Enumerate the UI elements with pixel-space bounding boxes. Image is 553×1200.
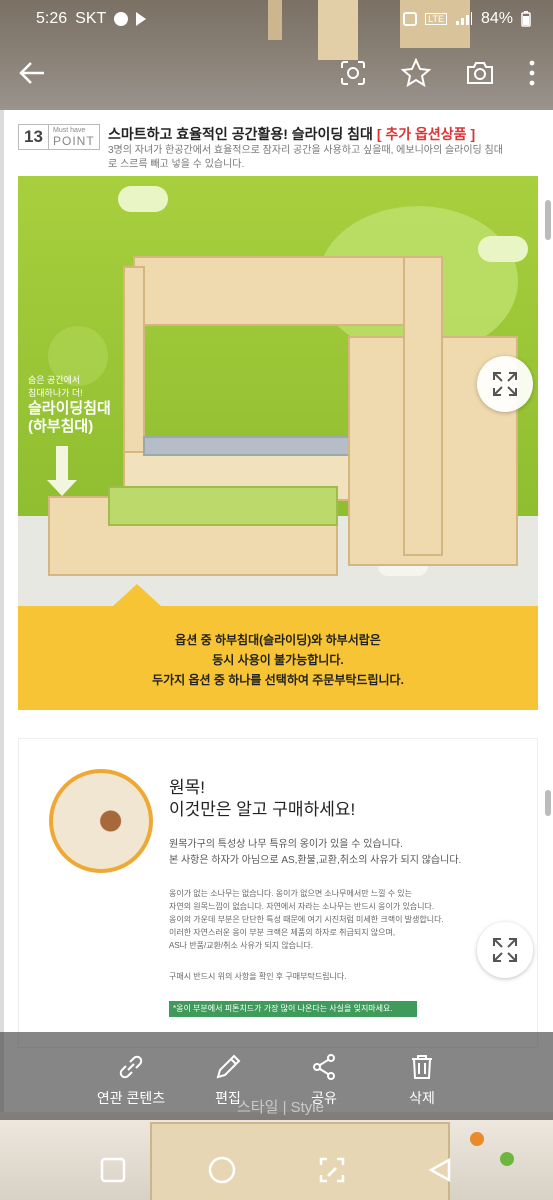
screenshot-edit-icon[interactable]: [318, 1156, 346, 1184]
gallery-viewer: 5:26 SKT LTE 84% 13 Must have POINT 스마트하…: [0, 0, 553, 1200]
section-header: 13 Must have POINT 스마트하고 효율적인 공간활용! 슬라이딩…: [18, 124, 538, 184]
signal-icon: [455, 12, 472, 25]
link-icon: [119, 1055, 143, 1079]
battery-percent: 84%: [480, 10, 513, 27]
gallery-action-bar: 연관 콘텐츠 편집 공유 삭제 스타일 | Style: [0, 1032, 553, 1120]
related-content-button[interactable]: 연관 콘텐츠: [88, 1032, 174, 1120]
sliding-bed-caption: 숨은 공간에서 침대하나가 더! 슬라이딩침대 (하부침대): [28, 375, 111, 435]
more-options-icon[interactable]: [529, 60, 535, 86]
battery-icon: [521, 11, 531, 27]
point-label: POINT: [53, 134, 95, 148]
section-title: 스마트하고 효율적인 공간활용! 슬라이딩 침대 [ 추가 옵션상품 ]: [108, 126, 476, 142]
slide-out-mattress: [108, 486, 338, 526]
option-notice: 옵션 중 하부침대(슬라이딩)와 하부서랍은 동시 사용이 불가능합니다. 두가…: [18, 584, 538, 710]
wood-paragraph-2: 옹이가 없는 소나무는 없습니다. 옹이가 없으면 소나무에서만 느낄 수 있는…: [169, 889, 444, 950]
scrollbar[interactable]: [545, 200, 551, 240]
option-tag: [ 추가 옵션상품 ]: [376, 126, 476, 142]
point-badge: 13 Must have POINT: [18, 124, 100, 150]
bixby-vision-icon[interactable]: [339, 59, 367, 87]
play-store-icon: [136, 12, 147, 26]
carrier-name: SKT: [75, 10, 107, 27]
point-number: 13: [19, 125, 49, 149]
lte-icon: LTE: [425, 13, 447, 25]
recent-apps-icon[interactable]: [100, 1157, 126, 1183]
trash-icon: [412, 1055, 432, 1079]
share-icon: [313, 1054, 335, 1080]
expand-button[interactable]: [477, 922, 533, 978]
favorite-star-icon[interactable]: [401, 58, 431, 88]
mattress: [143, 436, 353, 456]
wood-knot-image: [49, 769, 153, 873]
status-bar: 5:26 SKT LTE 84%: [0, 0, 553, 38]
delete-button[interactable]: 삭제: [396, 1032, 448, 1120]
wood-notice-card: 원목! 이것만은 알고 구매하세요! 원목가구의 특성상 나무 특유의 옹이가 …: [18, 738, 538, 1048]
wood-paragraph-3: 구매시 반드시 위의 사항을 확인 후 구매부탁드립니다.: [169, 972, 347, 981]
vibrate-icon: [403, 12, 418, 26]
expand-icon: [493, 938, 517, 962]
bunk-bed-photo: 숨은 공간에서 침대하나가 더! 슬라이딩침대 (하부침대): [18, 176, 538, 606]
wood-heading: 원목! 이것만은 알고 구매하세요!: [169, 778, 356, 819]
phytoncide-note: *옹이 부분에서 피톤치드가 가장 많이 나온다는 사실을 잊지마세요.: [169, 1001, 417, 1017]
home-icon[interactable]: [207, 1155, 237, 1185]
upper-bunk: [133, 256, 433, 326]
section-description: 3명의 자녀가 한공간에서 효율적으로 잠자리 공간을 사용하고 싶을때, 에보…: [108, 145, 503, 170]
image-watermark: 스타일 | Style: [237, 1099, 324, 1116]
back-arrow-icon[interactable]: [18, 59, 46, 87]
clock: 5:26: [36, 10, 68, 27]
expand-icon: [493, 372, 517, 396]
camera-icon[interactable]: [465, 59, 495, 87]
side-rail: [403, 256, 443, 556]
scrollbar[interactable]: [545, 790, 551, 816]
expand-button[interactable]: [477, 356, 533, 412]
pencil-icon: [216, 1054, 241, 1079]
back-triangle-icon[interactable]: [427, 1157, 453, 1183]
settings-status-icon: [114, 12, 129, 26]
wood-paragraph-1: 원목가구의 특성상 나무 특유의 옹이가 있을 수 있습니다. 본 사항은 하자…: [169, 839, 462, 866]
viewer-toolbar: [0, 44, 553, 102]
system-nav-bar: [0, 1140, 553, 1200]
down-arrow-icon: [47, 446, 77, 496]
